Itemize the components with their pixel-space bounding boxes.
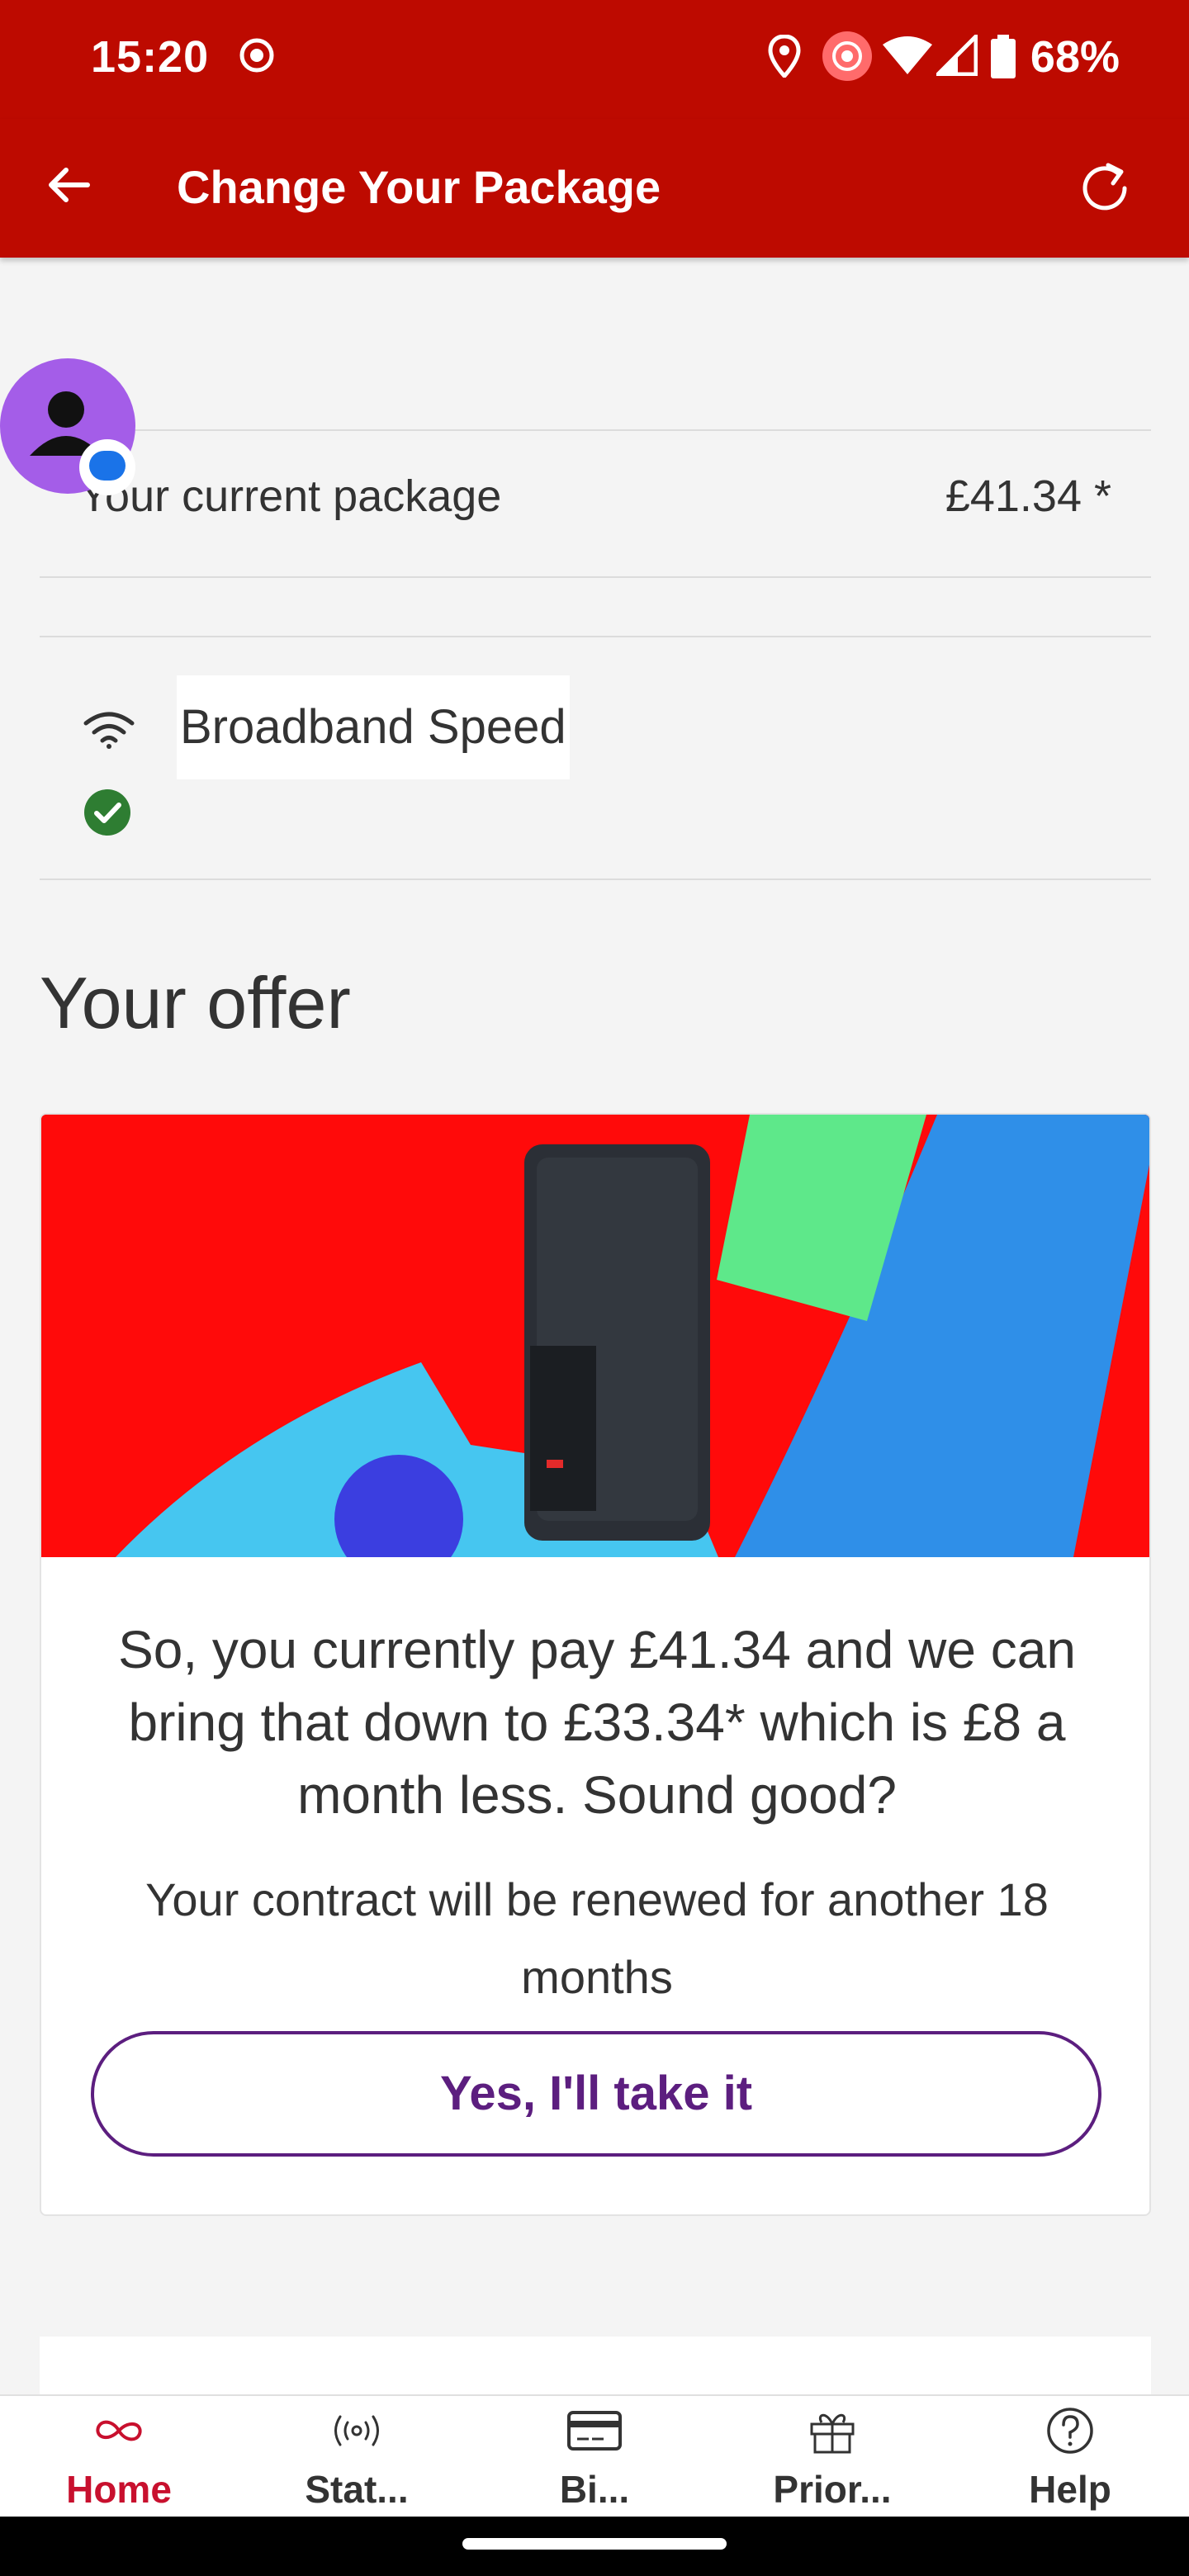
page-title: Change Your Package [177,161,661,213]
status-bar: 15:20 68% [0,0,1189,119]
nav-label: Prior... [773,2468,892,2511]
wifi-icon [83,712,135,749]
nav-item-home[interactable]: Home [0,2396,238,2518]
divider [40,878,1151,880]
screen-record-icon [239,38,274,73]
offer-card: So, you currently pay £41.34 and we can … [40,1113,1151,2216]
card-icon [567,2411,622,2451]
gesture-handle[interactable] [462,2538,727,2550]
bottom-navigation: Home Stat... Bi... Prior... Help [0,2394,1189,2517]
broadcast-icon [334,2415,379,2446]
refresh-icon[interactable] [1075,159,1135,218]
divider [40,636,1151,637]
cast-icon [822,31,872,81]
current-package-label: Your current package [79,471,502,521]
location-icon [768,35,801,78]
nav-label: Home [66,2468,172,2511]
nav-label: Stat... [305,2468,409,2511]
message-badge-icon [79,439,135,495]
app-bar: Change Your Package [0,119,1189,258]
offer-heading: Your offer [40,962,351,1044]
arrow-back-icon[interactable] [45,160,94,210]
nav-label: Bi... [559,2468,630,2511]
current-package-price: £41.34 * [945,471,1111,521]
status-time: 15:20 [91,32,210,82]
signal-icon [936,35,978,76]
nav-item-help[interactable]: Help [951,2396,1189,2518]
battery-icon [991,35,1016,78]
accept-offer-button[interactable]: Yes, I'll take it [91,2031,1101,2157]
nav-item-priority[interactable]: Prior... [713,2396,951,2518]
gift-icon [810,2413,855,2454]
feature-label: Broadband Speed [177,675,570,779]
gesture-bar [0,2517,1189,2576]
check-circle-icon [84,789,130,836]
offer-hero-image [41,1115,1149,1557]
wifi-icon [883,36,932,74]
offer-main-text: So, you currently pay £41.34 and we can … [118,1620,1076,1825]
battery-percentage: 68% [1030,32,1120,82]
offer-sub-text: Your contract will be renewed for anothe… [145,1873,1049,2003]
infinity-icon [96,2420,142,2441]
divider [40,576,1151,578]
nav-label: Help [1029,2468,1111,2511]
help-icon [1047,2408,1093,2454]
nav-item-bills[interactable]: Bi... [476,2396,713,2518]
divider [40,429,1151,431]
nav-item-status[interactable]: Stat... [238,2396,476,2518]
